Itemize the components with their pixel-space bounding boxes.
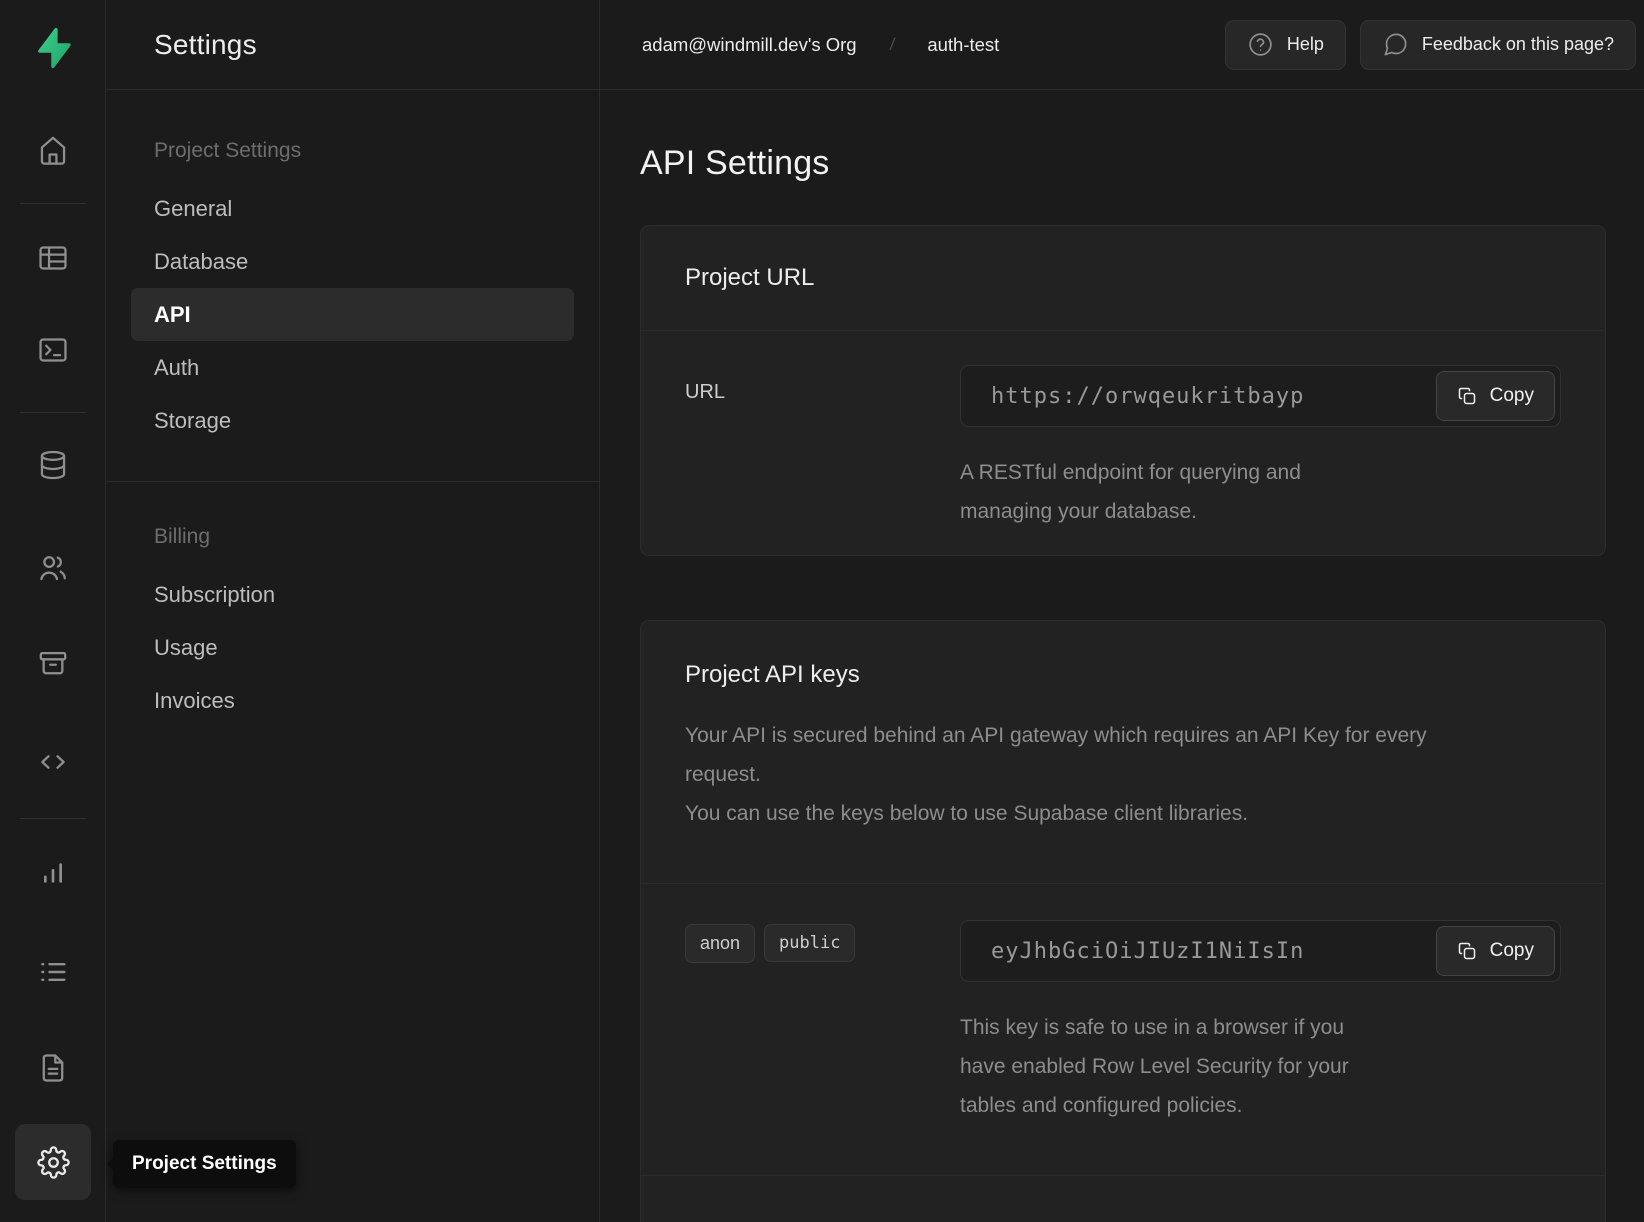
help-button-label: Help xyxy=(1287,34,1324,55)
topbar: adam@windmill.dev's Org / auth-test Help xyxy=(600,0,1644,90)
settings-gear-icon[interactable] xyxy=(15,1124,91,1200)
page-title: API Settings xyxy=(640,144,1606,183)
nav-section-project-settings: Project Settings xyxy=(106,138,599,164)
rail-divider xyxy=(20,818,86,819)
rail-divider xyxy=(20,203,86,204)
topbar-actions: Help Feedback on this page? xyxy=(1225,20,1636,70)
nav-item-storage[interactable]: Storage xyxy=(106,394,599,447)
feedback-button-label: Feedback on this page? xyxy=(1422,34,1614,55)
anon-key-value-col: eyJhbGciOiJIUzI1NiIsIn Copy This key is … xyxy=(960,920,1561,1125)
nav-billing-group: Billing Subscription Usage Invoices xyxy=(106,482,599,727)
project-url-card-header: Project URL xyxy=(641,226,1605,331)
project-url-card-body: URL https://orwqeukritbayp Copy xyxy=(641,331,1605,555)
anon-key-badges: anon public xyxy=(685,920,960,1125)
api-keys-intro: Your API is secured behind an API gatewa… xyxy=(685,716,1490,833)
copy-anon-key-label: Copy xyxy=(1490,940,1534,962)
reports-icon[interactable] xyxy=(25,844,81,900)
app-root: Project Settings Settings Project Settin… xyxy=(0,0,1644,1222)
api-keys-intro-line2: You can use the keys below to use Supaba… xyxy=(685,794,1490,833)
settings-nav-panel: Settings Project Settings General Databa… xyxy=(106,0,600,1222)
edge-functions-icon[interactable] xyxy=(25,734,81,790)
database-icon[interactable] xyxy=(25,437,81,493)
breadcrumb-separator: / xyxy=(888,35,896,55)
sql-editor-icon[interactable] xyxy=(25,322,81,378)
breadcrumb-project[interactable]: auth-test xyxy=(927,34,999,56)
settings-nav-title: Settings xyxy=(154,29,257,61)
table-editor-icon[interactable] xyxy=(25,230,81,286)
copy-url-button[interactable]: Copy xyxy=(1436,371,1555,421)
anon-key-input[interactable]: eyJhbGciOiJIUzI1NiIsIn Copy xyxy=(960,920,1561,982)
project-url-input[interactable]: https://orwqeukritbayp Copy xyxy=(960,365,1561,427)
project-url-value: https://orwqeukritbayp xyxy=(991,384,1304,409)
chat-bubble-icon xyxy=(1382,31,1409,58)
settings-nav-header: Settings xyxy=(106,0,599,90)
api-keys-card: Project API keys Your API is secured beh… xyxy=(640,620,1606,1222)
nav-item-subscription[interactable]: Subscription xyxy=(106,568,599,621)
nav-item-api[interactable]: API xyxy=(131,288,574,341)
project-url-card-title: Project URL xyxy=(685,264,814,291)
project-url-card: Project URL URL https://orwqeukritbayp xyxy=(640,225,1606,556)
copy-icon xyxy=(1457,941,1477,961)
anon-key-row: anon public eyJhbGciOiJIUzI1NiIsIn C xyxy=(641,884,1605,1176)
url-field-value-col: https://orwqeukritbayp Copy A RESTful en… xyxy=(960,365,1561,531)
icon-sidebar: Project Settings xyxy=(0,0,106,1222)
nav-item-invoices[interactable]: Invoices xyxy=(106,674,599,727)
nav-section-billing: Billing xyxy=(106,524,599,550)
api-keys-card-title: Project API keys xyxy=(685,661,860,688)
rail-divider xyxy=(20,412,86,413)
breadcrumb: adam@windmill.dev's Org / auth-test xyxy=(642,34,999,56)
help-button[interactable]: Help xyxy=(1225,20,1346,70)
content-column: adam@windmill.dev's Org / auth-test Help xyxy=(600,0,1644,1222)
copy-anon-key-button[interactable]: Copy xyxy=(1436,926,1555,976)
copy-icon xyxy=(1457,386,1477,406)
feedback-button[interactable]: Feedback on this page? xyxy=(1360,20,1636,70)
supabase-logo-icon[interactable] xyxy=(25,20,81,76)
nav-item-usage[interactable]: Usage xyxy=(106,621,599,674)
home-icon[interactable] xyxy=(25,122,81,178)
anon-badge: anon xyxy=(685,924,755,963)
api-keys-card-header: Project API keys Your API is secured beh… xyxy=(641,621,1605,884)
settings-nav-body: Project Settings General Database API Au… xyxy=(106,90,599,727)
url-field-label: URL xyxy=(685,365,960,531)
public-badge: public xyxy=(764,924,855,962)
storage-icon[interactable] xyxy=(25,635,81,691)
help-circle-icon xyxy=(1247,31,1274,58)
gear-tooltip: Project Settings xyxy=(113,1140,296,1188)
copy-url-label: Copy xyxy=(1490,385,1534,407)
auth-users-icon[interactable] xyxy=(25,540,81,596)
breadcrumb-org[interactable]: adam@windmill.dev's Org xyxy=(642,34,857,56)
nav-item-auth[interactable]: Auth xyxy=(106,341,599,394)
project-url-description: A RESTful endpoint for querying and mana… xyxy=(960,453,1380,531)
main-content: API Settings Project URL URL https://orw… xyxy=(600,90,1644,1222)
anon-key-value: eyJhbGciOiJIUzI1NiIsIn xyxy=(991,939,1304,964)
api-keys-intro-line1: Your API is secured behind an API gatewa… xyxy=(685,716,1490,794)
anon-key-description: This key is safe to use in a browser if … xyxy=(960,1008,1390,1125)
logs-icon[interactable] xyxy=(25,944,81,1000)
api-docs-icon[interactable] xyxy=(25,1040,81,1096)
nav-item-database[interactable]: Database xyxy=(106,235,599,288)
supabase-bolt xyxy=(30,25,76,71)
nav-item-general[interactable]: General xyxy=(106,182,599,235)
